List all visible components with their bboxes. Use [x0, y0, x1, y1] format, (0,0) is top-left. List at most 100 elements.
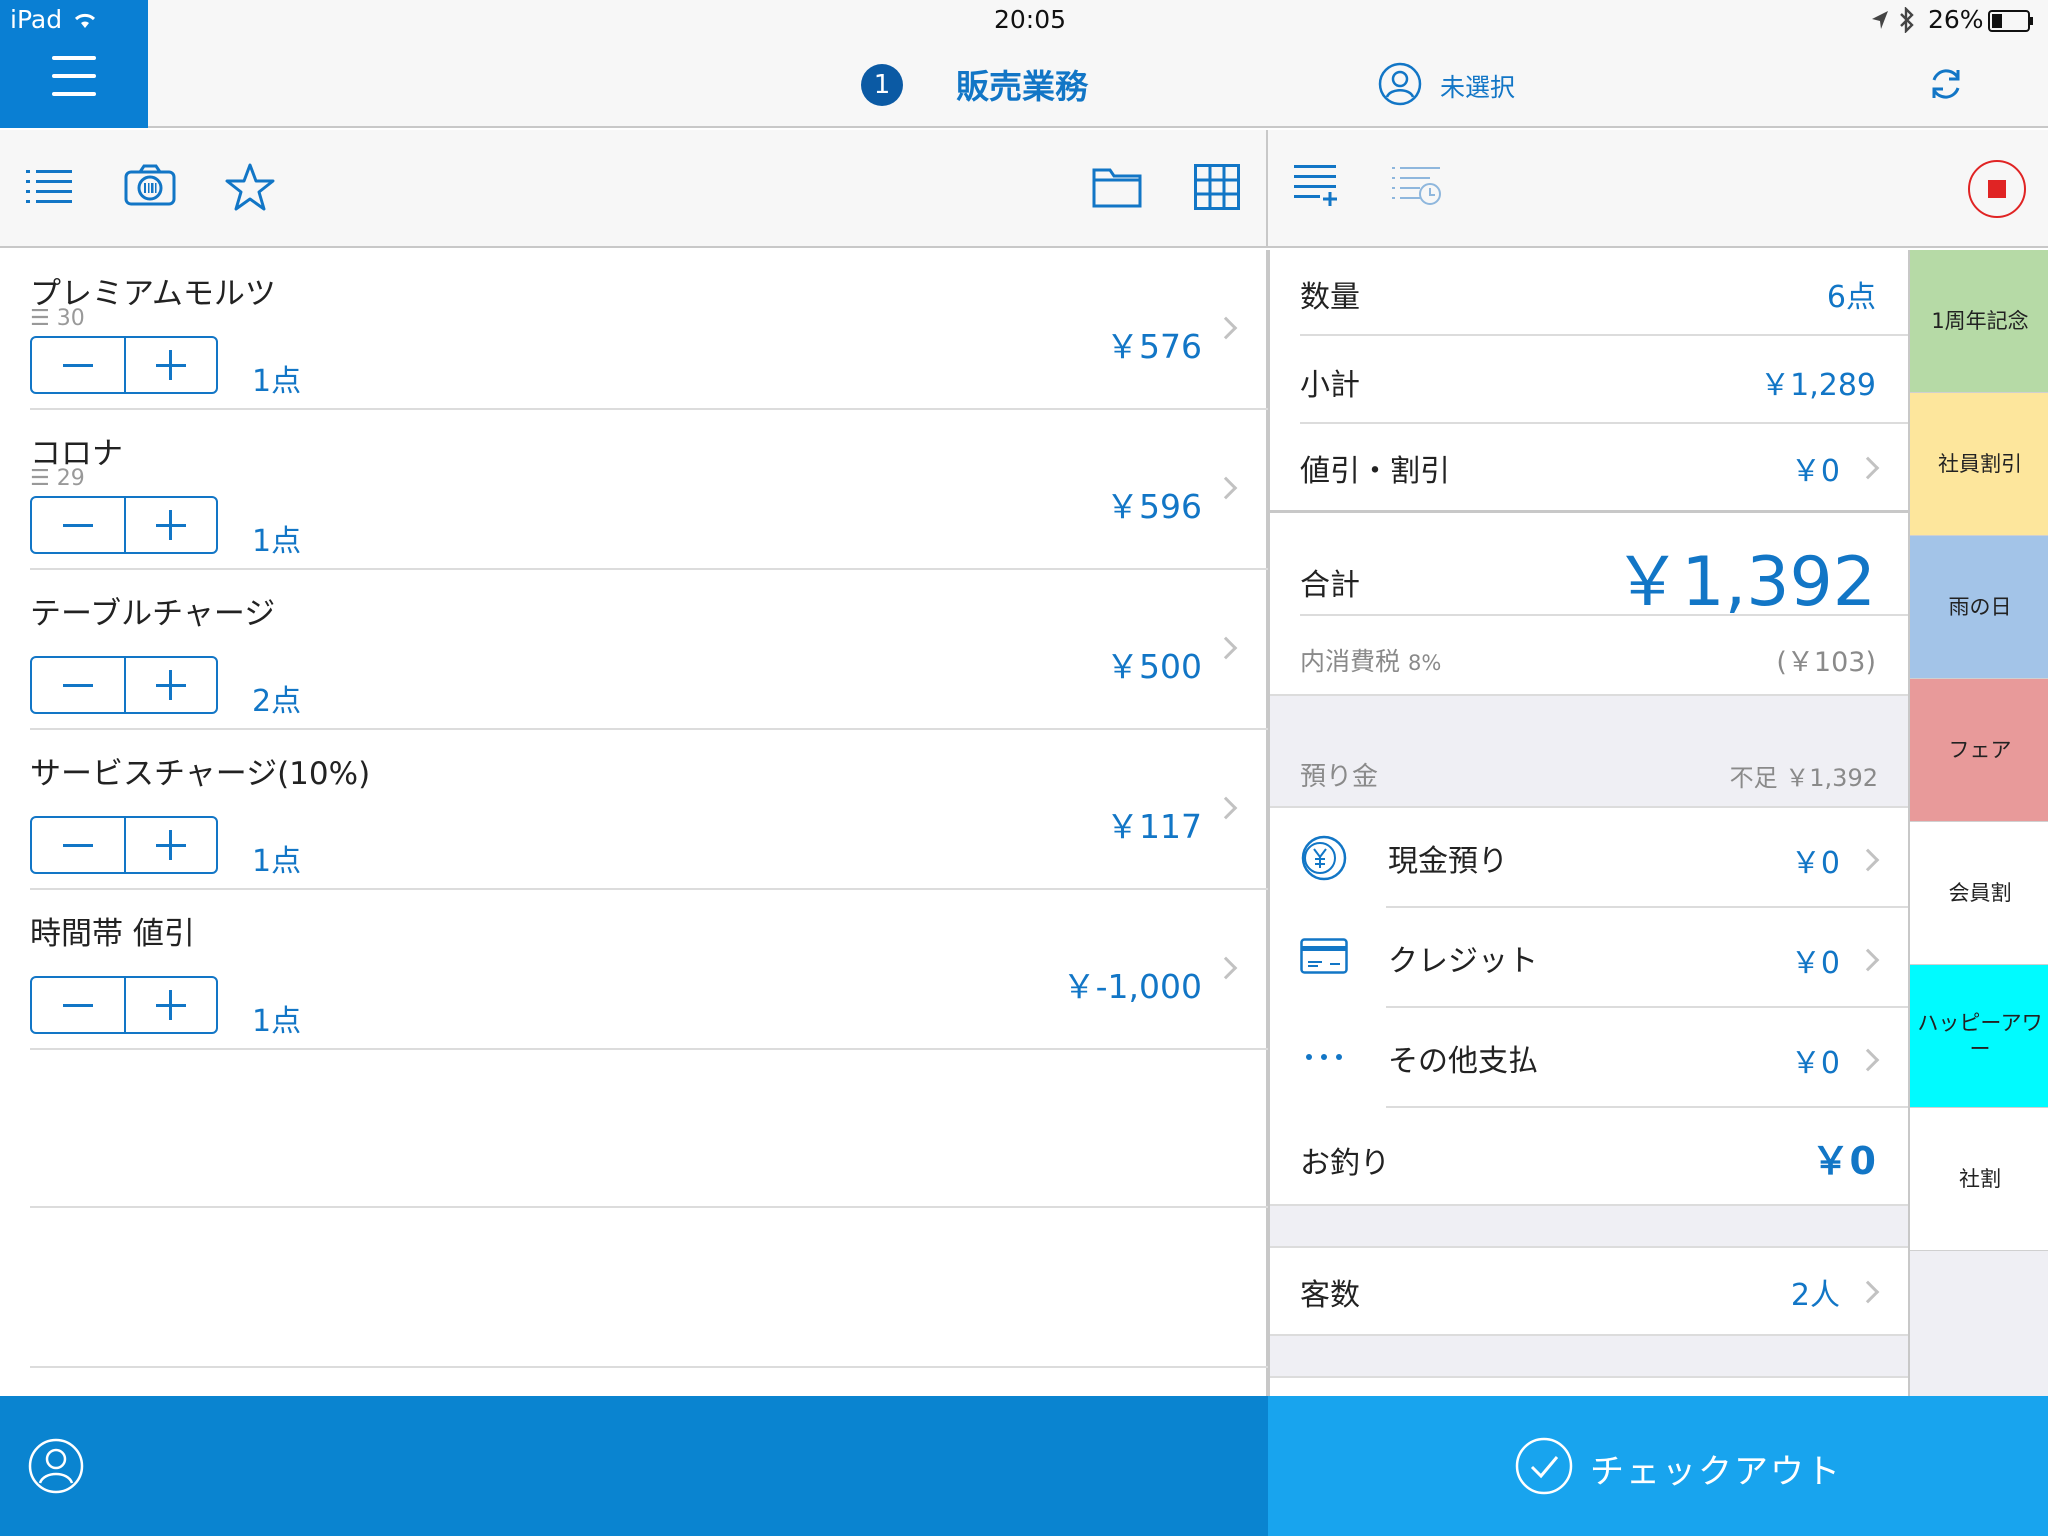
chevron-right-icon [1214, 316, 1238, 340]
guests-label: 客数 [1300, 1278, 1360, 1313]
chevron-right-icon [1214, 956, 1238, 980]
decrement-button[interactable] [32, 498, 124, 552]
item-name: 時間帯 値引 [30, 916, 195, 952]
payment-label: その他支払 [1388, 1044, 1538, 1079]
discount-value: ￥0 [1790, 454, 1840, 489]
preset-discount-button[interactable]: 1周年記念 [1910, 250, 2048, 393]
list-item[interactable]: テーブルチャージ 2点 ￥500 [0, 570, 1268, 730]
grid-view-button[interactable] [1194, 164, 1240, 210]
list-item[interactable]: 時間帯 値引 1点 ￥-1,000 [0, 890, 1268, 1050]
list-view-button[interactable] [26, 166, 72, 204]
battery-percent: 26% [1928, 5, 1984, 34]
customer-avatar-button[interactable] [28, 1438, 84, 1494]
quantity-stepper [30, 336, 218, 394]
discount-row[interactable]: 値引・割引 ￥0 [1270, 424, 1910, 510]
subtotal-value: ￥1,289 [1760, 368, 1876, 403]
product-toolbar [0, 130, 1268, 248]
page-title: 販売業務 [956, 67, 1088, 106]
change-value: ￥0 [1811, 1139, 1876, 1183]
decrement-button[interactable] [32, 338, 124, 392]
checkout-button[interactable]: チェックアウト [1268, 1396, 2048, 1536]
add-to-cart-list-button[interactable] [1294, 162, 1340, 208]
more-dots-icon [1306, 1054, 1342, 1060]
chevron-right-icon [1214, 796, 1238, 820]
checkout-label: チェックアウト [1590, 1452, 1842, 1492]
list-item[interactable]: サービスチャージ(10%) 1点 ￥117 [0, 730, 1268, 890]
cart-item-list: プレミアムモルツ ☰ 30 1点 ￥576 コロナ ☰ 29 1点 ￥596 テ… [0, 250, 1268, 1396]
increment-button[interactable] [126, 978, 216, 1032]
increment-button[interactable] [126, 338, 216, 392]
order-history-button[interactable] [1392, 164, 1442, 208]
total-label: 合計 [1300, 568, 1360, 603]
guest-count-row[interactable]: 客数 2人 [1270, 1248, 1910, 1334]
sync-button[interactable] [1926, 64, 1966, 104]
credit-payment-row[interactable]: クレジット ￥0 [1270, 908, 1910, 1006]
change-label: お釣り [1300, 1146, 1390, 1181]
preset-discount-button[interactable]: 社割 [1910, 1108, 2048, 1251]
preset-discount-button[interactable]: 社員割引 [1910, 393, 2048, 536]
chevron-right-icon [1214, 636, 1238, 660]
barcode-camera-button[interactable] [124, 164, 176, 206]
payment-value: ￥0 [1790, 1046, 1840, 1081]
chevron-right-icon [1856, 948, 1880, 972]
divider [30, 1366, 1268, 1368]
battery-icon [1988, 10, 2033, 32]
quantity-stepper [30, 976, 218, 1034]
cash-payment-row[interactable]: 現金預り ￥0 [1270, 808, 1910, 906]
record-stop-button[interactable] [1968, 160, 2026, 218]
discount-preset-list: 1周年記念 社員割引 雨の日 フェア 会員割 ハッピーアワー 社割 [1908, 250, 2048, 1396]
wifi-icon [74, 13, 96, 28]
chevron-right-icon [1856, 1048, 1880, 1072]
total-value: ￥1,392 [1613, 543, 1876, 622]
guests-value: 2人 [1790, 1278, 1840, 1313]
preset-discount-button[interactable]: フェア [1910, 679, 2048, 822]
chevron-right-icon [1856, 1280, 1880, 1304]
nav-bar: iPad 20:05 26% 1 販売業務 未選択 [0, 0, 2048, 128]
quantity-stepper [30, 656, 218, 714]
register-number-badge: 1 [861, 64, 903, 106]
credit-card-icon [1300, 938, 1348, 974]
decrement-button[interactable] [32, 818, 124, 872]
item-name: テーブルチャージ [30, 596, 276, 632]
location-icon [1872, 11, 1888, 29]
chevron-right-icon [1214, 476, 1238, 500]
tax-value: (￥103) [1776, 647, 1876, 678]
summary-panel: 数量 6点 小計 ￥1,289 値引・割引 ￥0 合計 ￥1,392 内消費税 … [1268, 250, 1910, 1396]
tax-label: 内消費税 8% [1300, 647, 1442, 676]
discount-label: 値引・割引 [1300, 454, 1450, 489]
payment-label: 現金預り [1388, 844, 1508, 879]
chevron-right-icon [1856, 848, 1880, 872]
item-price: ￥596 [1106, 487, 1202, 526]
deposit-label: 預り金 [1300, 762, 1379, 792]
bluetooth-icon [1900, 7, 1914, 33]
quantity-value: 6点 [1826, 280, 1876, 315]
increment-button[interactable] [126, 498, 216, 552]
increment-button[interactable] [126, 658, 216, 712]
preset-discount-button[interactable]: 会員割 [1910, 822, 2048, 965]
item-quantity: 1点 [252, 524, 302, 559]
deposit-header: 預り金 不足 ￥1,392 [1270, 696, 1910, 806]
decrement-button[interactable] [32, 658, 124, 712]
payment-label: クレジット [1388, 944, 1538, 979]
favorite-star-button[interactable] [224, 162, 276, 212]
subtotal-label: 小計 [1300, 368, 1360, 403]
staff-name: 未選択 [1440, 73, 1516, 102]
preset-discount-button[interactable]: 雨の日 [1910, 536, 2048, 679]
other-payment-row[interactable]: その他支払 ￥0 [1270, 1008, 1910, 1106]
item-stock: ☰ 29 [30, 466, 85, 491]
increment-button[interactable] [126, 818, 216, 872]
preset-discount-button[interactable]: ハッピーアワー [1910, 965, 2048, 1108]
list-item[interactable]: プレミアムモルツ ☰ 30 1点 ￥576 [0, 250, 1268, 410]
chevron-right-icon [1856, 456, 1880, 480]
list-item[interactable]: コロナ ☰ 29 1点 ￥596 [0, 410, 1268, 570]
item-price: ￥500 [1106, 647, 1202, 686]
decrement-button[interactable] [32, 978, 124, 1032]
hamburger-icon [52, 56, 96, 60]
divider [30, 1206, 1268, 1208]
folder-button[interactable] [1092, 166, 1142, 208]
staff-selector[interactable]: 未選択 [1378, 60, 1568, 110]
item-price: ￥576 [1106, 327, 1202, 366]
status-time: 20:05 [994, 5, 1067, 34]
cart-toolbar [1268, 130, 2048, 248]
deposit-status: 不足 ￥1,392 [1729, 764, 1878, 792]
